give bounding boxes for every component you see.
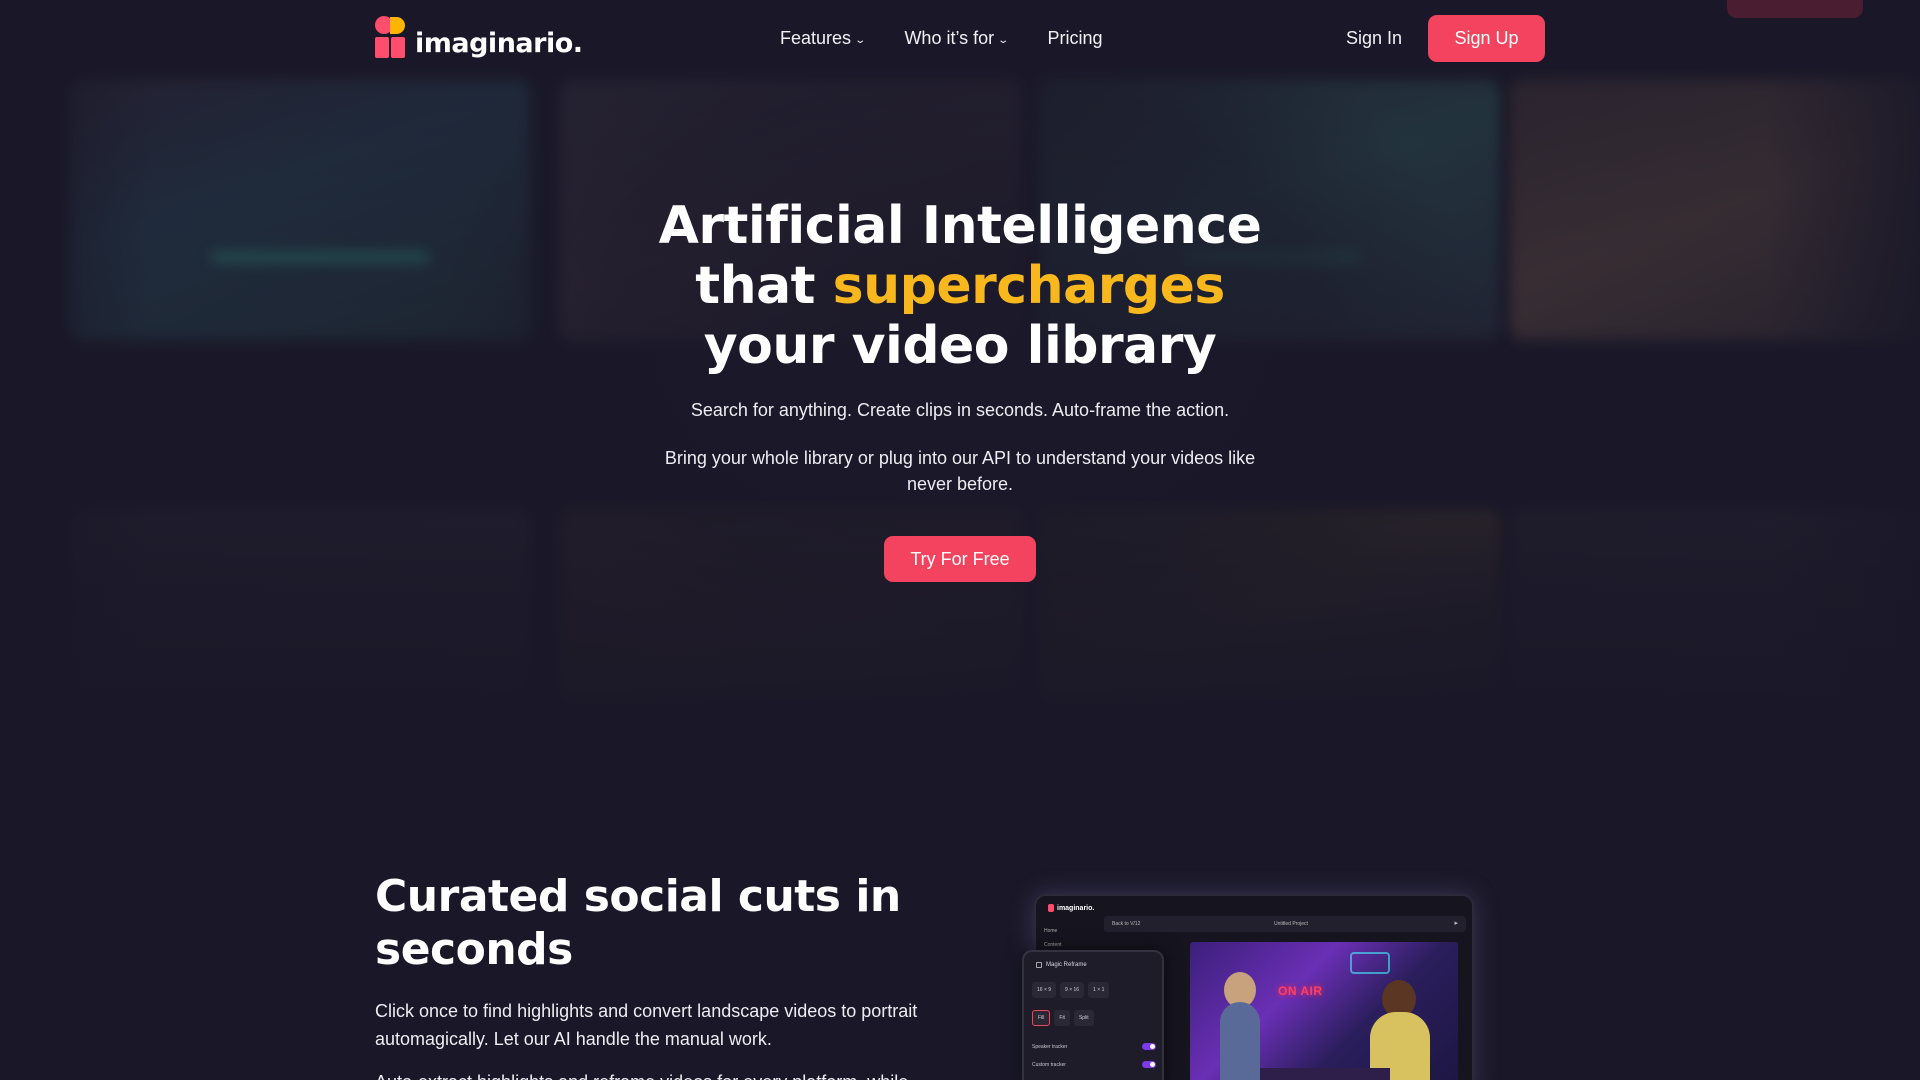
logo-mark-icon [375, 15, 407, 58]
hero-title-prefix: that [695, 256, 816, 316]
mockup-project-title: Untitled Project [1274, 921, 1308, 927]
studio-table [1260, 1068, 1390, 1080]
panel-title: Magic Reframe [1046, 962, 1087, 968]
magic-reframe-panel: Magic Reframe 16 × 9 9 × 16 1 × 1 Fill F… [1022, 950, 1164, 1080]
neon-light [1350, 952, 1390, 974]
corner-banner [1727, 0, 1863, 18]
section-body-continued: Auto-extract highlights and reframe vide… [375, 1068, 935, 1080]
nav-links: Features ⌄ Who it’s for ⌄ Pricing [780, 28, 1103, 49]
nav-item-who-its-for[interactable]: Who it’s for ⌄ [904, 28, 1010, 49]
person-body [1220, 1002, 1260, 1080]
mockup-sidebar: Home Content [1044, 924, 1084, 952]
section-title: Curated social cuts in seconds [375, 871, 901, 975]
hero-title-line1: Artificial Intelligence [658, 196, 1262, 256]
sign-in-link[interactable]: Sign In [1346, 28, 1402, 49]
fit-option-fill[interactable]: Fill [1032, 1010, 1051, 1026]
toggle-label: Speaker tracker [1032, 1044, 1068, 1050]
chevron-down-icon: ⌄ [997, 34, 1010, 46]
logo[interactable]: imaginario. [375, 14, 583, 59]
aspect-option-9x16[interactable]: 9 × 16 [1060, 982, 1085, 998]
fit-options: Fill Fit Split [1032, 1010, 1094, 1026]
nav-item-pricing[interactable]: Pricing [1048, 28, 1103, 49]
toggle-label: Custom tracker [1032, 1062, 1066, 1068]
nav-item-features[interactable]: Features ⌄ [780, 28, 867, 49]
custom-tracker-row: Custom tracker [1032, 1061, 1156, 1068]
mockup-sidebar-item: Home [1044, 928, 1058, 934]
mockup-topbar: Back to V/12 Untitled Project ▸ [1104, 916, 1466, 932]
hero-subtitle: Search for anything. Create clips in sec… [690, 400, 1230, 420]
panel-header: Magic Reframe [1036, 962, 1087, 968]
play-icon: ▸ [1454, 920, 1458, 927]
custom-tracker-toggle[interactable] [1142, 1061, 1156, 1068]
top-navigation: imaginario. Features ⌄ Who it’s for ⌄ Pr… [0, 0, 1920, 78]
speaker-tracker-toggle[interactable] [1142, 1043, 1156, 1050]
fit-option-split[interactable]: Split [1073, 1010, 1094, 1026]
hero-description: Bring your whole library or plug into ou… [664, 448, 1256, 494]
aspect-ratio-options: 16 × 9 9 × 16 1 × 1 [1032, 982, 1110, 998]
sign-up-button[interactable]: Sign Up [1428, 15, 1545, 62]
aspect-option-16x9[interactable]: 16 × 9 [1032, 982, 1057, 998]
aspect-option-1x1[interactable]: 1 × 1 [1088, 982, 1110, 998]
on-air-sign: ON AIR [1278, 984, 1323, 998]
hero-title-highlight: supercharges [832, 256, 1226, 316]
logo-mark-icon [1048, 904, 1054, 912]
section-body: Click once to find highlights and conver… [375, 1001, 918, 1049]
try-for-free-button[interactable]: Try For Free [884, 536, 1036, 582]
logo-text: imaginario. [415, 28, 583, 59]
nav-item-label: Who it’s for [904, 28, 995, 48]
speaker-tracker-row: Speaker tracker [1032, 1043, 1156, 1050]
mockup-video-frame: ON AIR [1190, 942, 1458, 1080]
mockup-back-link: Back to V/12 [1112, 921, 1141, 927]
mockup-logo: imaginario. [1048, 904, 1094, 912]
hero-title: Artificial Intelligence that supercharge… [560, 196, 1360, 376]
nav-item-label: Pricing [1047, 28, 1103, 48]
reframe-icon [1036, 962, 1042, 968]
chevron-down-icon: ⌄ [854, 34, 867, 46]
mockup-logo-text: imaginario. [1057, 904, 1095, 912]
fit-option-fit[interactable]: Fit [1054, 1010, 1070, 1026]
nav-item-label: Features [780, 28, 852, 48]
hero-title-line3: your video library [703, 316, 1217, 376]
